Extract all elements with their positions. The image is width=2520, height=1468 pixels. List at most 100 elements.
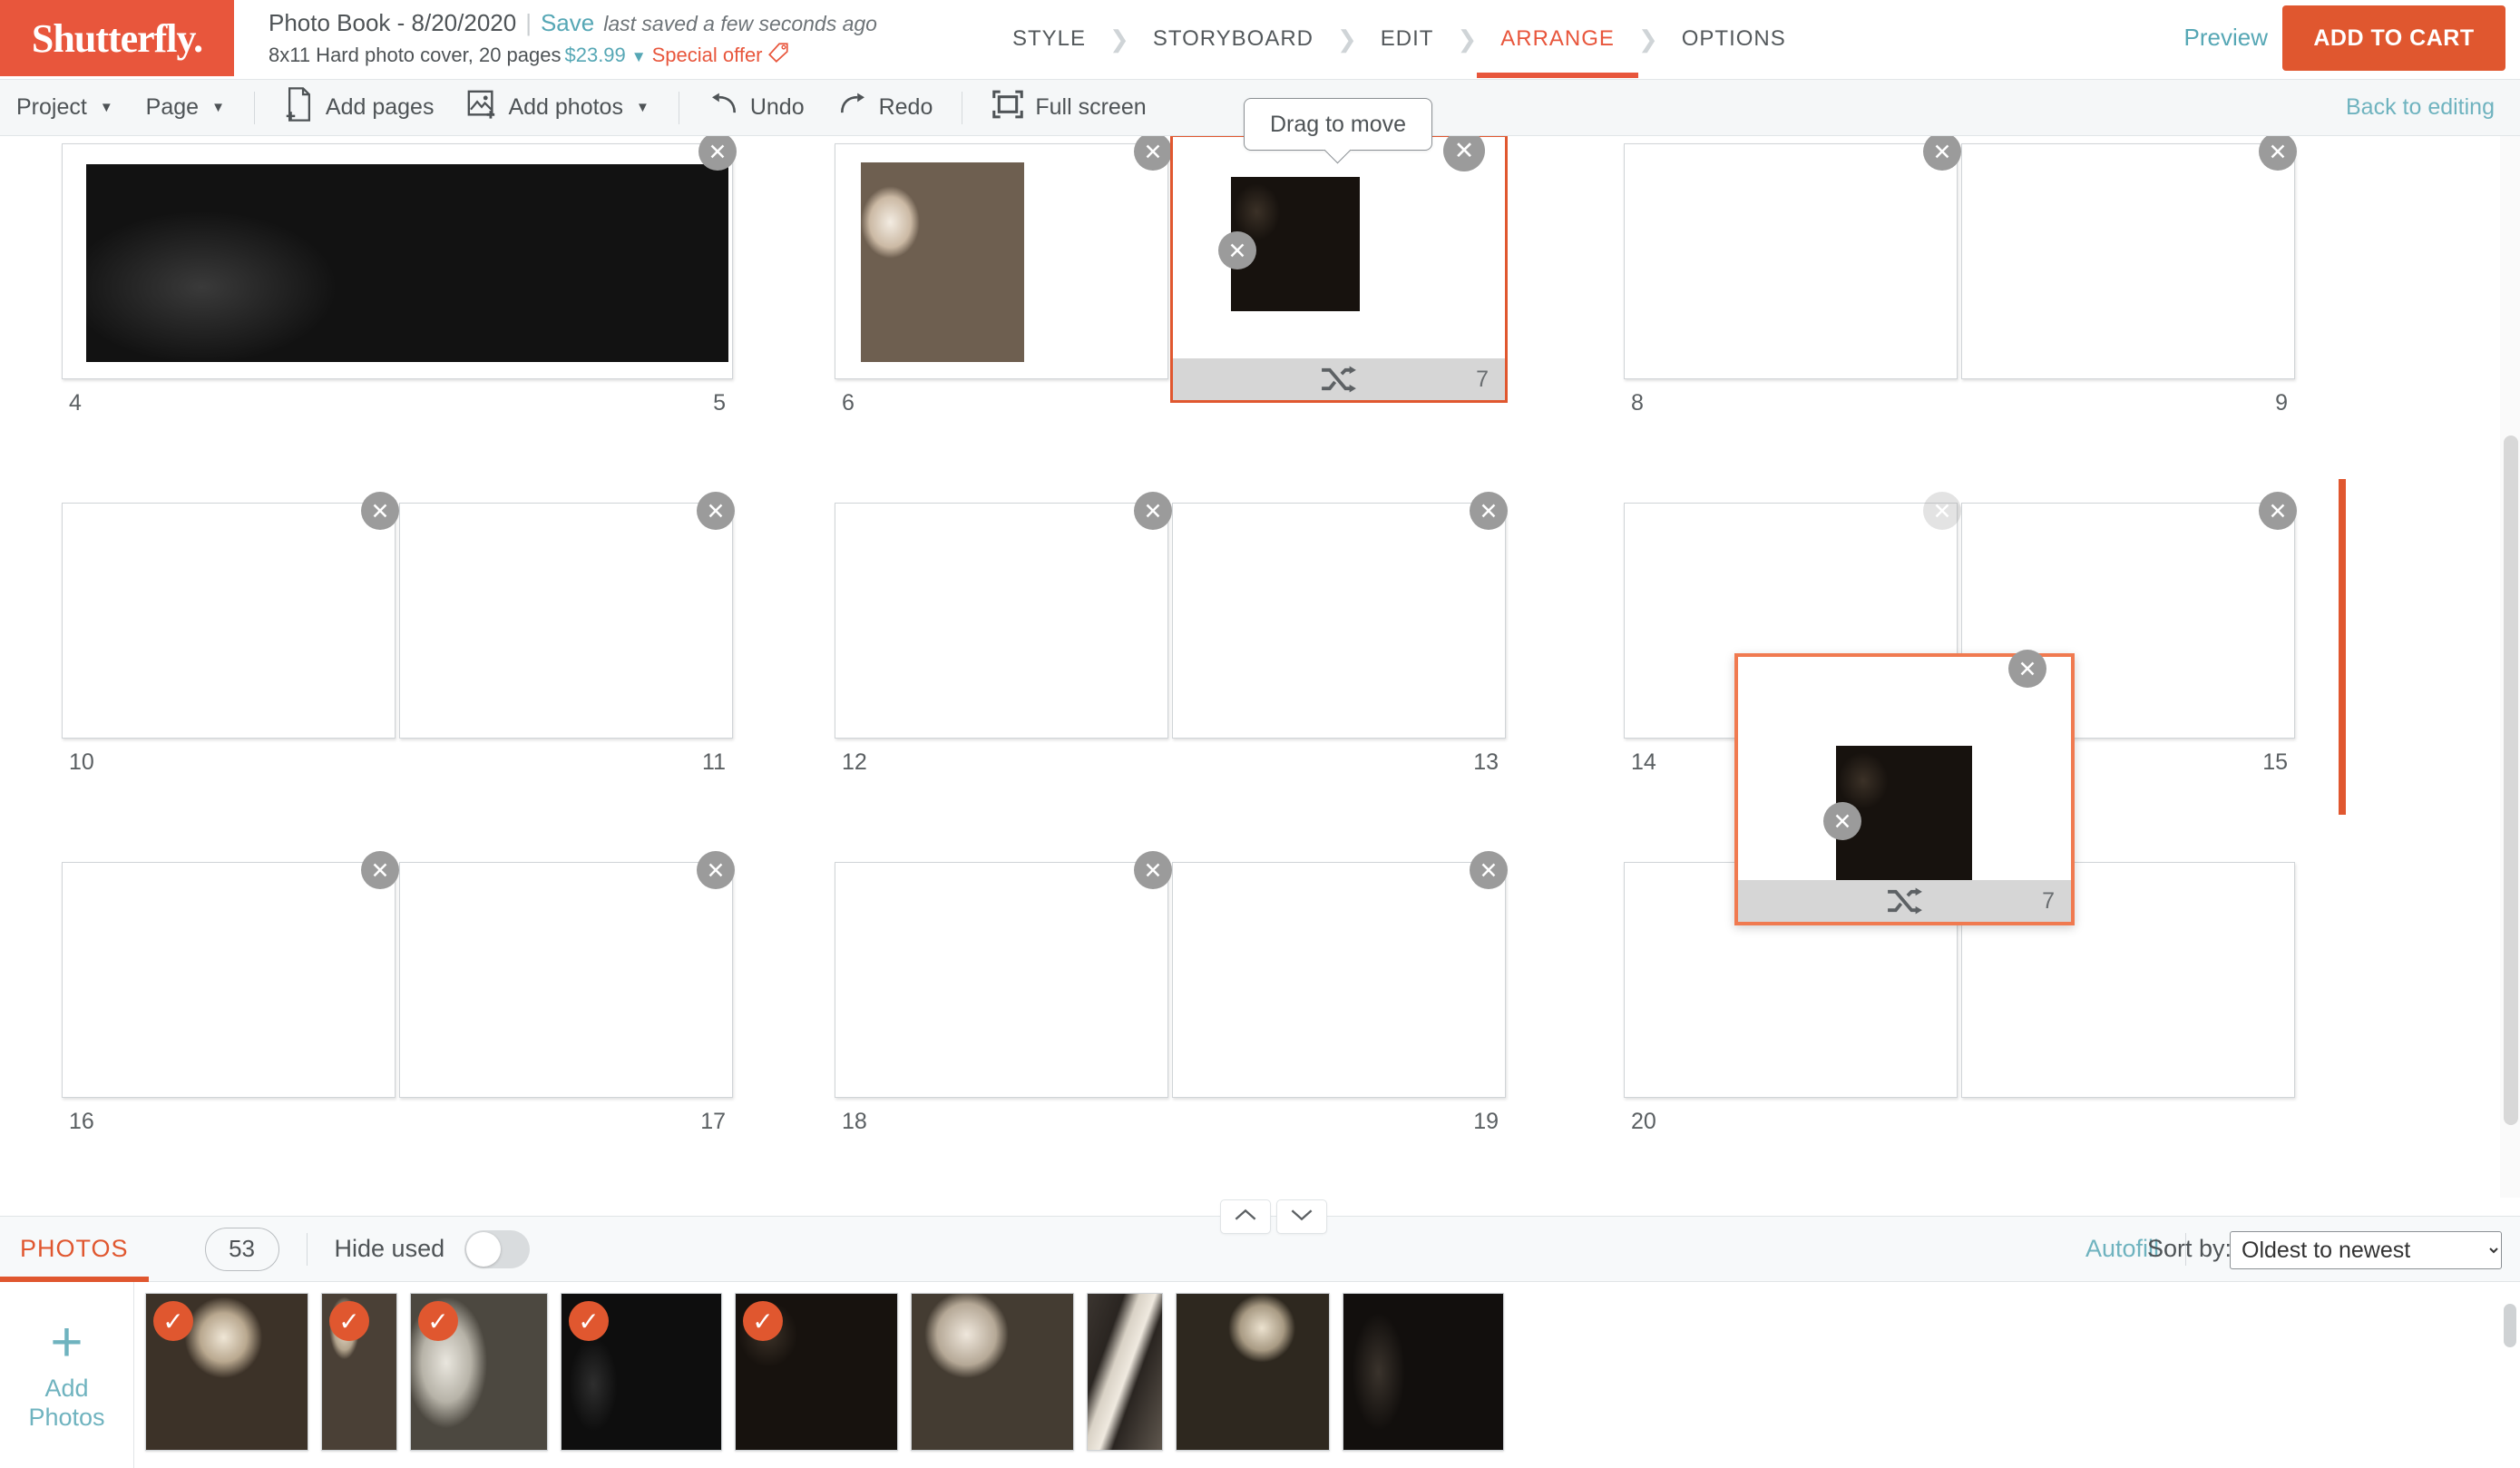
remove-page-button[interactable]: ✕ — [697, 851, 735, 889]
scroll-down-button[interactable] — [1276, 1199, 1327, 1234]
page-16[interactable] — [62, 862, 396, 1098]
spread-canvas: ✕ 4 5 ✕ 6 ✕ ✕ — [0, 136, 2520, 1198]
remove-page-button[interactable]: ✕ — [1470, 851, 1508, 889]
drag-ghost-page-number: 7 — [2042, 888, 2055, 915]
remove-page-button[interactable]: ✕ — [1134, 492, 1172, 530]
sort-by-label: Sort by: — [2147, 1235, 2232, 1263]
undo-icon — [708, 93, 739, 122]
photo-image-arms — [1343, 1294, 1503, 1450]
page-6[interactable] — [835, 143, 1168, 379]
drag-ghost-spread[interactable]: ✕ ✕ 7 — [1734, 653, 2075, 925]
shuffle-icon[interactable] — [1319, 365, 1359, 394]
remove-photo-button[interactable]: ✕ — [1218, 231, 1256, 269]
page-number-left: 14 — [1631, 749, 1656, 776]
tray-scrollbar-thumb[interactable] — [2504, 1304, 2516, 1347]
page-7[interactable]: ✕ — [1175, 139, 1505, 357]
tab-photos[interactable]: PHOTOS — [0, 1217, 149, 1282]
project-menu[interactable]: Project ▼ — [0, 80, 130, 136]
redo-icon — [837, 93, 868, 122]
drop-indicator — [2339, 479, 2346, 815]
shuffle-icon[interactable] — [1885, 886, 1925, 915]
photo-thumbnail[interactable]: ✓ — [145, 1293, 308, 1451]
full-screen-button[interactable]: Full screen — [975, 80, 1162, 136]
nav-tab-options[interactable]: OPTIONS — [1658, 0, 1810, 78]
nav-tab-style-label: STYLE — [1012, 26, 1086, 52]
photo-used-check-icon: ✓ — [153, 1301, 193, 1341]
nav-tab-arrange-label: ARRANGE — [1500, 26, 1615, 52]
page-number-left: 20 — [1631, 1109, 1656, 1135]
redo-label: Redo — [879, 94, 933, 121]
photo-tray: PHOTOS 53 Hide used Autofill Sort by: Ol… — [0, 1216, 2520, 1467]
add-photos-tray-button[interactable]: + Add Photos — [0, 1282, 134, 1468]
full-screen-label: Full screen — [1035, 94, 1146, 121]
page-17[interactable] — [399, 862, 733, 1098]
page-photo[interactable] — [86, 164, 728, 362]
remove-page-button[interactable]: ✕ — [697, 492, 735, 530]
special-offer-link[interactable]: Special offer — [652, 44, 763, 66]
add-to-cart-button[interactable]: ADD TO CART — [2282, 5, 2505, 71]
page-11[interactable] — [399, 503, 733, 739]
chevron-up-icon — [1234, 1208, 1257, 1227]
page-10[interactable] — [62, 503, 396, 739]
page-9[interactable] — [1961, 143, 2295, 379]
save-button[interactable]: Save — [541, 9, 594, 36]
page-menu[interactable]: Page ▼ — [130, 80, 241, 136]
page-number-left: 4 — [69, 390, 82, 416]
undo-button[interactable]: Undo — [692, 80, 821, 136]
photo-thumbnail[interactable] — [911, 1293, 1074, 1451]
scroll-up-button[interactable] — [1220, 1199, 1271, 1234]
add-photos-tray-label-1: Add — [44, 1374, 88, 1403]
add-pages-button[interactable]: Add pages — [268, 80, 451, 136]
photo-thumbnail[interactable]: ✓ — [561, 1293, 722, 1451]
page-8[interactable] — [1624, 143, 1958, 379]
photo-image-mirror — [1088, 1294, 1162, 1450]
logo-text: Shutterfly. — [32, 15, 202, 62]
page-number-left: 18 — [842, 1109, 867, 1135]
page-12[interactable] — [835, 503, 1168, 739]
shutterfly-logo[interactable]: Shutterfly. — [0, 0, 234, 76]
remove-page-button[interactable]: ✕ — [2259, 492, 2297, 530]
sort-by-select[interactable]: Oldest to newestNewest to oldest — [2230, 1231, 2502, 1269]
chevron-down-icon[interactable]: ▼ — [626, 48, 652, 65]
page-photo[interactable] — [861, 162, 1024, 362]
photo-thumbnail[interactable] — [1087, 1293, 1163, 1451]
remove-page-button[interactable]: ✕ — [2008, 650, 2046, 688]
photo-thumbnail[interactable]: ✓ — [321, 1293, 397, 1451]
nav-tab-arrange[interactable]: ARRANGE — [1477, 0, 1638, 78]
canvas-scrollbar-thumb[interactable] — [2504, 436, 2518, 1125]
photo-thumbnail[interactable] — [1176, 1293, 1330, 1451]
nav-chevron-icon: ❯ — [1337, 25, 1357, 54]
page-4-5[interactable] — [62, 143, 733, 379]
photo-thumbnail[interactable]: ✓ — [735, 1293, 898, 1451]
nav-tab-style[interactable]: STYLE — [989, 0, 1109, 78]
preview-button[interactable]: Preview — [2184, 24, 2268, 52]
canvas-scrollbar[interactable] — [2500, 136, 2520, 1198]
chevron-down-icon: ▼ — [100, 100, 113, 115]
page-13[interactable] — [1172, 503, 1506, 739]
hide-used-toggle[interactable] — [464, 1230, 530, 1268]
page-18[interactable] — [835, 862, 1168, 1098]
remove-photo-button[interactable]: ✕ — [1823, 802, 1861, 840]
photo-thumbnail-strip[interactable]: ✓✓✓✓✓ — [145, 1293, 1504, 1456]
product-description: 8x11 Hard photo cover, 20 pages — [269, 44, 561, 66]
selected-page-frame[interactable]: ✕ ✕ 7 — [1170, 136, 1508, 403]
back-to-editing-button[interactable]: Back to editing — [2346, 94, 2495, 121]
page-19[interactable] — [1172, 862, 1506, 1098]
add-pages-label: Add pages — [326, 94, 435, 121]
redo-button[interactable]: Redo — [821, 80, 950, 136]
project-info: Photo Book - 8/20/2020|Savelast saved a … — [269, 7, 877, 73]
photo-image-earring — [912, 1294, 1073, 1450]
nav-tab-storyboard[interactable]: STORYBOARD — [1129, 0, 1337, 78]
save-status: last saved a few seconds ago — [594, 12, 877, 35]
remove-page-button[interactable]: ✕ — [361, 851, 399, 889]
photo-thumbnail[interactable]: ✓ — [410, 1293, 548, 1451]
toolbar-divider — [254, 92, 255, 124]
remove-page-button[interactable]: ✕ — [1470, 492, 1508, 530]
add-photos-button[interactable]: Add photos ▼ — [450, 80, 665, 136]
photo-thumbnail[interactable] — [1343, 1293, 1504, 1451]
nav-tab-edit[interactable]: EDIT — [1357, 0, 1458, 78]
remove-page-button[interactable]: ✕ — [1134, 851, 1172, 889]
remove-page-button[interactable]: ✕ — [361, 492, 399, 530]
full-screen-icon — [991, 89, 1024, 126]
remove-page-button[interactable]: ✕ — [1923, 492, 1961, 530]
